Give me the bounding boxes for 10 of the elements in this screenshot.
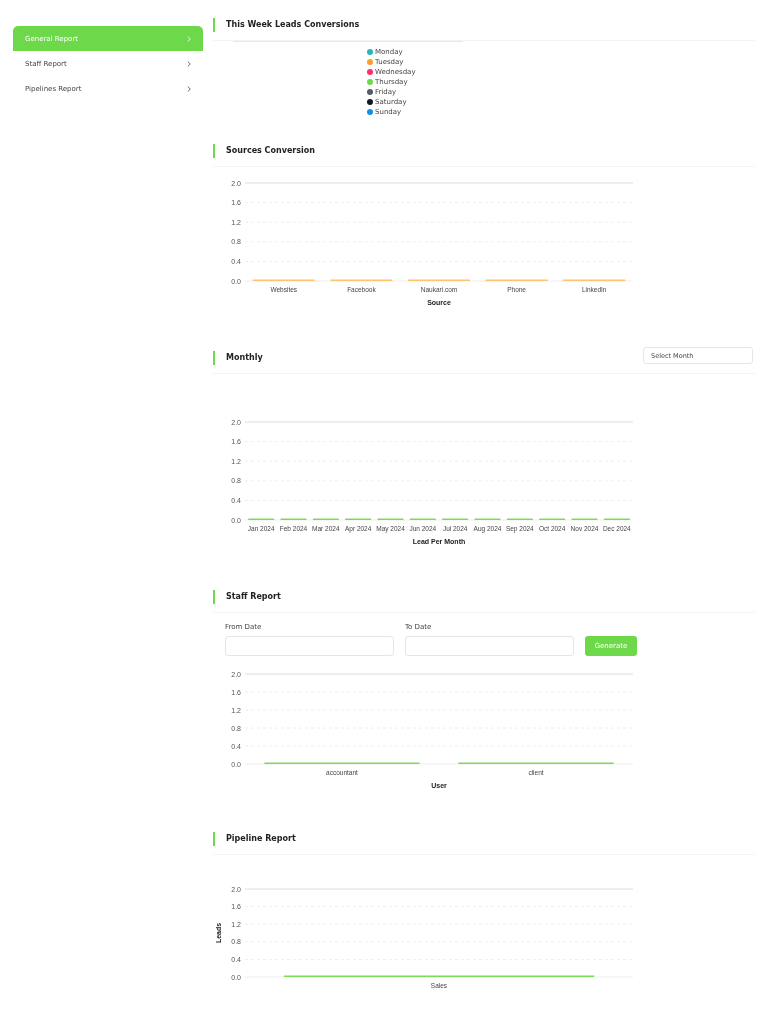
section-title: Monthly: [213, 351, 263, 365]
chevron-icon: [187, 35, 191, 42]
chevron-icon: [187, 60, 191, 67]
section-title: This Week Leads Conversions: [213, 18, 360, 32]
date-field[interactable]: [405, 636, 574, 656]
section-title: Sources Conversion: [213, 144, 315, 158]
date-field[interactable]: [225, 636, 394, 656]
section-title: Pipeline Report: [213, 832, 296, 846]
section-title: Staff Report: [213, 590, 281, 604]
chevron-icon: [187, 85, 191, 92]
